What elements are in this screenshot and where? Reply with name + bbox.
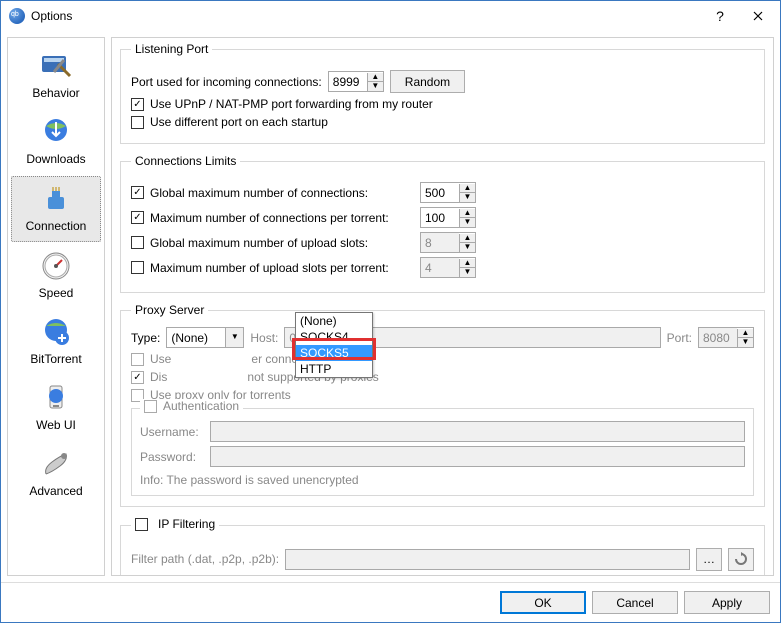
dialog-footer: OK Cancel Apply: [1, 582, 780, 622]
sidebar-item-bittorrent[interactable]: BitTorrent: [11, 310, 101, 374]
sidebar-item-speed[interactable]: Speed: [11, 244, 101, 308]
downloads-icon: [40, 116, 72, 148]
port-input[interactable]: [329, 72, 367, 91]
sidebar-item-advanced[interactable]: Advanced: [11, 442, 101, 506]
proxy-type-combo[interactable]: ▼: [166, 327, 244, 348]
proxy-auth-group: Authentication Username: Password: Info:…: [131, 408, 754, 496]
dropdown-option-socks5[interactable]: SOCKS5: [296, 345, 372, 361]
ip-filtering-group: IP Filtering Filter path (.dat, .p2p, .p…: [120, 517, 765, 576]
behavior-icon: [40, 50, 72, 82]
proxy-password-label: Password:: [140, 450, 204, 464]
sidebar-item-behavior[interactable]: Behavior: [11, 44, 101, 108]
dropdown-option-socks4[interactable]: SOCKS4: [296, 329, 372, 345]
sidebar-label: Web UI: [36, 418, 76, 432]
reload-button[interactable]: [728, 548, 754, 571]
sidebar-item-webui[interactable]: Web UI: [11, 376, 101, 440]
listening-port-group: Listening Port Port used for incoming co…: [120, 42, 765, 144]
dropdown-option-http[interactable]: HTTP: [296, 361, 372, 377]
apply-button[interactable]: Apply: [684, 591, 770, 614]
proxy-username-input: [210, 421, 745, 442]
ip-filtering-checkbox[interactable]: IP Filtering: [135, 517, 215, 531]
options-window: Options ? Behavior Downloads Connection …: [0, 0, 781, 623]
advanced-icon: [40, 448, 72, 480]
reload-icon: [734, 552, 748, 566]
app-icon: [9, 8, 25, 24]
proxy-server-group: Proxy Server Type: ▼ Host: Port: ▲▼ UseX…: [120, 303, 765, 507]
proxy-server-legend: Proxy Server: [131, 303, 208, 317]
bittorrent-icon: [40, 316, 72, 348]
proxy-username-label: Username:: [140, 425, 204, 439]
global-max-conn-checkbox[interactable]: Global maximum number of connections:: [131, 186, 414, 200]
spin-down-icon[interactable]: ▼: [367, 82, 383, 91]
sidebar-label: BitTorrent: [30, 352, 81, 366]
max-conn-per-torrent-spinner[interactable]: ▲▼: [420, 207, 476, 228]
close-icon: [753, 11, 763, 21]
sidebar: Behavior Downloads Connection Speed BitT…: [7, 37, 105, 576]
connection-icon: [40, 183, 72, 215]
connections-limits-group: Connections Limits Global maximum number…: [120, 154, 765, 293]
upnp-checkbox[interactable]: Use UPnP / NAT-PMP port forwarding from …: [131, 97, 433, 111]
sidebar-label: Advanced: [29, 484, 82, 498]
content-pane: Listening Port Port used for incoming co…: [111, 37, 774, 576]
dropdown-option-none[interactable]: (None): [296, 313, 372, 329]
proxy-type-dropdown[interactable]: (None) SOCKS4 SOCKS5 HTTP: [295, 312, 373, 378]
sidebar-item-downloads[interactable]: Downloads: [11, 110, 101, 174]
random-port-button[interactable]: Random: [390, 70, 465, 93]
help-button[interactable]: ?: [705, 8, 735, 24]
ok-button[interactable]: OK: [500, 591, 586, 614]
filter-path-label: Filter path (.dat, .p2p, .p2b):: [131, 552, 279, 566]
proxy-type-label: Type:: [131, 331, 160, 345]
window-title: Options: [31, 9, 705, 23]
titlebar: Options ?: [1, 1, 780, 31]
global-max-upload-checkbox[interactable]: Global maximum number of upload slots:: [131, 236, 414, 250]
sidebar-item-connection[interactable]: Connection: [11, 176, 101, 242]
global-max-upload-spinner: ▲▼: [420, 232, 476, 253]
max-upload-per-torrent-spinner: ▲▼: [420, 257, 476, 278]
listening-port-legend: Listening Port: [131, 42, 212, 56]
speed-icon: [40, 250, 72, 282]
max-upload-per-torrent-checkbox[interactable]: Maximum number of upload slots per torre…: [131, 261, 414, 275]
global-max-conn-spinner[interactable]: ▲▼: [420, 182, 476, 203]
ellipsis-icon: …: [703, 552, 715, 566]
sidebar-label: Downloads: [26, 152, 85, 166]
connections-limits-legend: Connections Limits: [131, 154, 240, 168]
proxy-auth-checkbox: Authentication: [140, 399, 243, 413]
dialog-body: Behavior Downloads Connection Speed BitT…: [1, 31, 780, 582]
browse-button[interactable]: …: [696, 548, 722, 571]
port-spinner[interactable]: ▲▼: [328, 71, 384, 92]
proxy-password-info: Info: The password is saved unencrypted: [140, 473, 745, 487]
different-port-checkbox[interactable]: Use different port on each startup: [131, 115, 328, 129]
proxy-port-label: Port:: [667, 331, 692, 345]
port-label: Port used for incoming connections:: [131, 75, 322, 89]
sidebar-label: Connection: [26, 219, 87, 233]
proxy-password-input: [210, 446, 745, 467]
cancel-button[interactable]: Cancel: [592, 591, 678, 614]
proxy-host-label: Host:: [250, 331, 278, 345]
chevron-down-icon[interactable]: ▼: [225, 328, 243, 347]
sidebar-label: Behavior: [32, 86, 79, 100]
webui-icon: [40, 382, 72, 414]
sidebar-label: Speed: [39, 286, 74, 300]
filter-path-input: [285, 549, 690, 570]
close-button[interactable]: [735, 1, 780, 31]
max-conn-per-torrent-checkbox[interactable]: Maximum number of connections per torren…: [131, 211, 414, 225]
proxy-port-spinner: ▲▼: [698, 327, 754, 348]
